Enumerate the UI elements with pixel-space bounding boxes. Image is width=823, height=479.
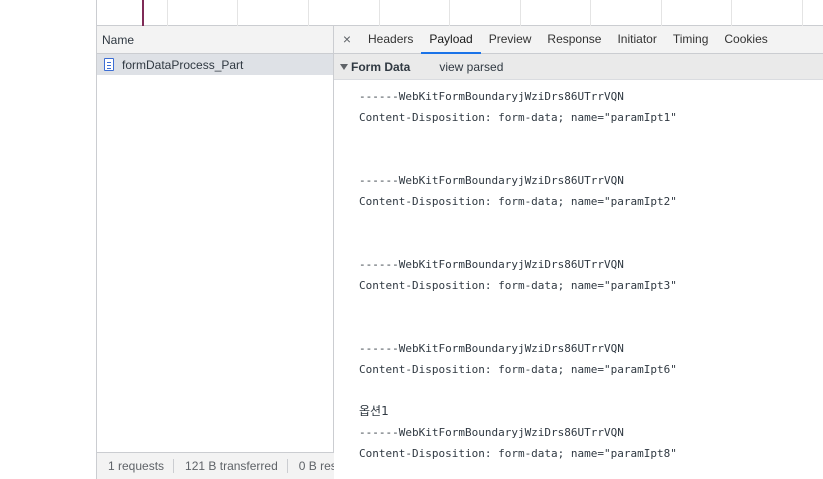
name-column-header[interactable]: Name bbox=[97, 26, 333, 54]
timeline-gridline bbox=[590, 0, 591, 26]
view-parsed-link[interactable]: view parsed bbox=[439, 60, 503, 74]
payload-source: ------WebKitFormBoundaryjWziDrs86UTrrVQN… bbox=[334, 80, 823, 464]
payload-line: ------WebKitFormBoundaryjWziDrs86UTrrVQN bbox=[359, 426, 624, 439]
payload-line bbox=[359, 317, 823, 338]
timeline-gridline bbox=[520, 0, 521, 26]
tab-preview[interactable]: Preview bbox=[481, 26, 540, 53]
transferred-size: 121 B transferred bbox=[174, 459, 288, 473]
timeline-gridline bbox=[731, 0, 732, 26]
close-icon[interactable]: × bbox=[334, 26, 360, 53]
request-detail-panel: × Headers Payload Preview Response Initi… bbox=[334, 26, 823, 479]
request-count: 1 requests bbox=[97, 459, 175, 473]
tab-response[interactable]: Response bbox=[539, 26, 609, 53]
request-row[interactable]: formDataProcess_Part bbox=[97, 54, 333, 75]
payload-line bbox=[359, 149, 823, 170]
payload-line bbox=[359, 233, 823, 254]
payload-line: Content-Disposition: form-data; name="pa… bbox=[359, 195, 677, 208]
payload-line: Content-Disposition: form-data; name="pa… bbox=[359, 363, 677, 376]
payload-line: ------WebKitFormBoundaryjWziDrs86UTrrVQN bbox=[359, 342, 624, 355]
detail-tabbar: × Headers Payload Preview Response Initi… bbox=[334, 26, 823, 54]
network-status-bar: 1 requests 121 B transferred 0 B resc bbox=[97, 452, 334, 479]
payload-line: Content-Disposition: form-data; name="pa… bbox=[359, 447, 677, 460]
payload-line bbox=[359, 380, 823, 401]
timeline-gridline bbox=[237, 0, 238, 26]
document-icon bbox=[104, 58, 114, 71]
payload-line: Content-Disposition: form-data; name="pa… bbox=[359, 279, 677, 292]
timeline-marker bbox=[142, 0, 144, 26]
tab-timing[interactable]: Timing bbox=[665, 26, 717, 53]
request-list-panel: Name formDataProcess_Part 1 requests 121… bbox=[96, 26, 334, 479]
request-name: formDataProcess_Part bbox=[122, 57, 244, 72]
network-timeline[interactable] bbox=[96, 0, 823, 26]
tab-initiator[interactable]: Initiator bbox=[609, 26, 664, 53]
section-title: Form Data bbox=[351, 59, 411, 74]
timeline-gridline bbox=[379, 0, 380, 26]
tab-payload[interactable]: Payload bbox=[421, 26, 482, 54]
payload-line: ------WebKitFormBoundaryjWziDrs86UTrrVQN bbox=[359, 90, 624, 103]
payload-line bbox=[359, 296, 823, 317]
caret-down-icon[interactable] bbox=[340, 63, 348, 70]
payload-line: Content-Disposition: form-data; name="pa… bbox=[359, 111, 677, 124]
resources-size: 0 B resc bbox=[298, 459, 334, 473]
payload-line bbox=[359, 212, 823, 233]
timeline-gridline bbox=[661, 0, 662, 26]
timeline-gridline bbox=[449, 0, 450, 26]
tab-headers[interactable]: Headers bbox=[360, 26, 421, 53]
tab-cookies[interactable]: Cookies bbox=[716, 26, 775, 53]
payload-line: ------WebKitFormBoundaryjWziDrs86UTrrVQN bbox=[359, 258, 624, 271]
payload-line bbox=[359, 128, 823, 149]
timeline-gridline bbox=[308, 0, 309, 26]
timeline-gridline bbox=[802, 0, 803, 26]
payload-line: ------WebKitFormBoundaryjWziDrs86UTrrVQN bbox=[359, 174, 624, 187]
timeline-gridline bbox=[167, 0, 168, 26]
payload-line: 옵션1 bbox=[359, 404, 389, 418]
form-data-section-header[interactable]: Form Data view parsed bbox=[334, 54, 823, 80]
